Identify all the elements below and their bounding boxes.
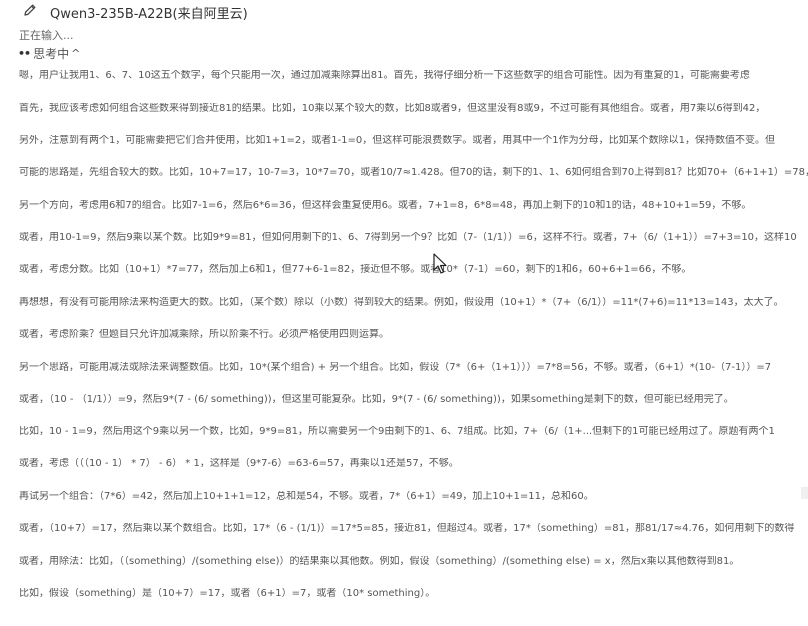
mouse-cursor-icon <box>433 253 447 274</box>
reasoning-line: 另一个方向，考虑用6和7的组合。比如7-1=6，然后6*6=36，但这样会重复使… <box>19 200 752 211</box>
reasoning-line: 比如，10 - 1=9，然后用这个9乘以另一个数，比如，9*9=81，所以需要另… <box>19 426 775 437</box>
reasoning-line: 或者，考虑分数。比如（10+1）*7=77，然后加上6和1，但77+6-1=82… <box>19 264 692 275</box>
scrollbar-hint[interactable] <box>801 487 808 499</box>
reasoning-line: 或者，（10+7）=17，然后乘以某个数组合。比如，17*（6 - (1/1)）… <box>19 523 795 534</box>
reasoning-line: 或者，（10 - （1/1））=9，然后9*(7 - (6/ something… <box>19 394 734 405</box>
reasoning-line: 另一个思路，可能用减法或除法来调整数值。比如，10*(某个组合) + 另一个组合… <box>19 362 772 373</box>
reasoning-line: 另外，注意到有两个1，可能需要把它们合并使用，比如1+1=2，或者1-1=0，但… <box>19 135 776 146</box>
reasoning-line: 或者，考虑（（（10 - 1） * 7） - 6） * 1，这样是（9*7-6）… <box>19 458 459 469</box>
reasoning-line: 可能的思路是，先组合较大的数。比如，10+7=17，10-7=3，10*7=70… <box>19 167 808 178</box>
reasoning-line: 或者，用10-1=9，然后9乘以某个数。比如9*9=81，但如何用剩下的1、6、… <box>19 232 797 243</box>
reasoning-line: 首先，我应该考虑如何组合这些数来得到接近81的结果。比如，10乘以某个较大的数，… <box>19 103 766 114</box>
reasoning-line: 比如，假设（something）是（10+7）=17，或者（6+1）=7，或者（… <box>19 588 436 599</box>
reasoning-line: 再想想，有没有可能用除法来构造更大的数。比如，（某个数）除以（小数）得到较大的结… <box>19 297 784 308</box>
reasoning-line: 或者，用除法：比如，（（something）/(something else)）… <box>19 556 740 567</box>
reasoning-content: 嗯，用户让我用1、6、7、10这五个数字，每个只能用一次，通过加减乘除算出81。… <box>0 0 808 626</box>
reasoning-line: 嗯，用户让我用1、6、7、10这五个数字，每个只能用一次，通过加减乘除算出81。… <box>19 70 750 81</box>
reasoning-line: 或者，考虑阶乘？但题目只允许加减乘除，所以阶乘不行。必须严格使用四则运算。 <box>19 329 389 340</box>
reasoning-line: 再试另一个组合：（7*6）=42，然后加上10+1+1=12，总和是54，不够。… <box>19 491 594 502</box>
